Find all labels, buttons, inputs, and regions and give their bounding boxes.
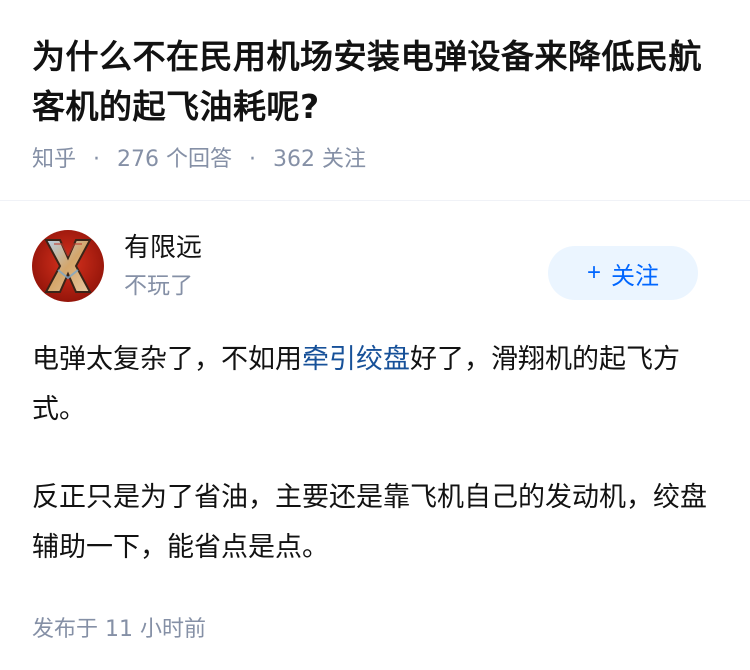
author-name[interactable]: 有限远 xyxy=(124,230,202,266)
author-bio: 不玩了 xyxy=(124,273,193,299)
separator-dot: · xyxy=(249,147,257,172)
follow-count[interactable]: 362 关注 xyxy=(273,147,366,172)
answer-paragraph: 反正只是为了省油，主要还是靠飞机自己的发动机，绞盘辅助一下，能省点是点。 xyxy=(32,482,707,563)
question-header: 为什么不在民用机场安装电弹设备来降低民航客机的起飞油耗呢? 知乎 · 276 个… xyxy=(0,0,750,180)
plus-icon: + xyxy=(586,259,601,286)
avatar-image xyxy=(32,230,104,302)
question-title[interactable]: 为什么不在民用机场安装电弹设备来降低民航客机的起飞油耗呢? xyxy=(32,32,718,132)
paragraph-text: 电弹太复杂了，不如用 xyxy=(32,344,302,375)
author-row: 有限远 不玩了 + 关注 xyxy=(32,201,718,331)
publish-time: 发布于 11 小时前 xyxy=(32,617,206,642)
avatar[interactable] xyxy=(32,230,104,302)
follow-button-label: 关注 xyxy=(611,262,659,290)
keyword-link[interactable]: 牵引绞盘 xyxy=(302,344,410,375)
question-meta: 知乎 · 276 个回答 · 362 关注 xyxy=(32,140,718,180)
separator-dot: · xyxy=(93,147,101,172)
answer-count[interactable]: 276 个回答 xyxy=(117,147,232,172)
answer-card: 有限远 不玩了 + 关注 电弹太复杂了，不如用牵引绞盘好了，滑翔机的起飞方式。 … xyxy=(0,201,750,643)
follow-button[interactable]: + 关注 xyxy=(548,246,698,300)
answer-content: 电弹太复杂了，不如用牵引绞盘好了，滑翔机的起飞方式。 反正只是为了省油，主要还是… xyxy=(32,335,718,573)
source-label[interactable]: 知乎 xyxy=(32,147,76,172)
author-info: 有限远 不玩了 xyxy=(124,230,202,302)
answer-paragraph: 电弹太复杂了，不如用牵引绞盘好了，滑翔机的起飞方式。 xyxy=(32,335,718,435)
